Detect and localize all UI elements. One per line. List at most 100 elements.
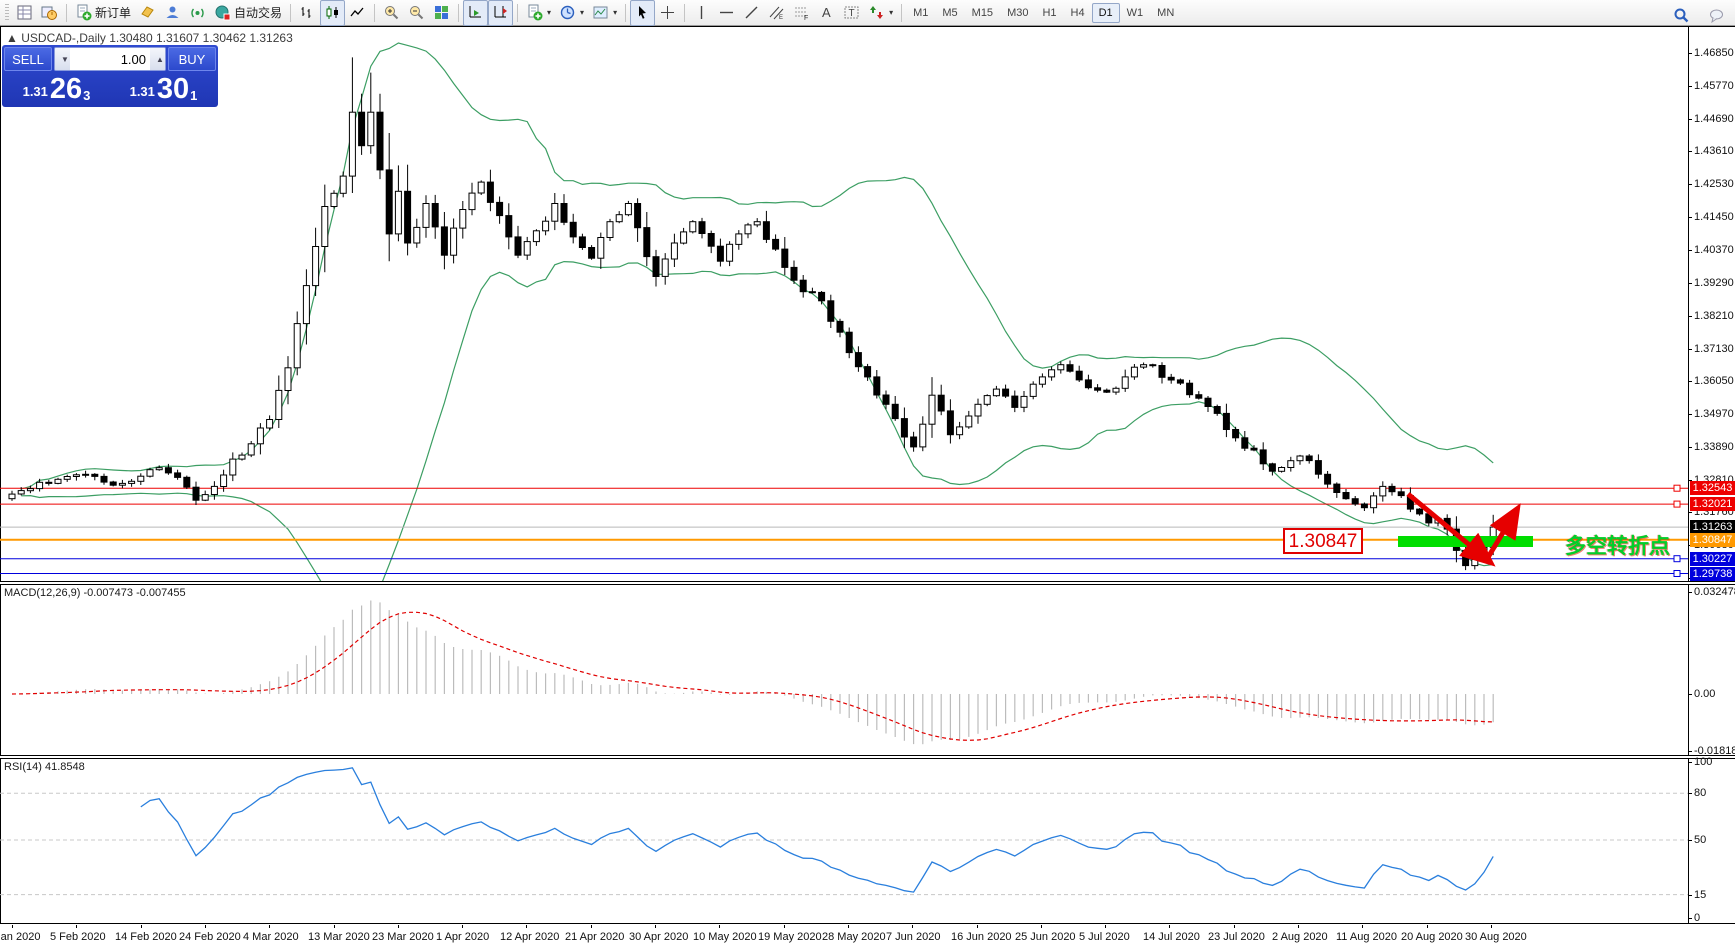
macd-pane[interactable] — [0, 585, 1688, 755]
trend-arrow-down[interactable] — [1408, 494, 1484, 557]
date-label: 21 Apr 2020 — [565, 931, 624, 943]
sell-price[interactable]: 1.31263 — [4, 73, 109, 103]
bar-chart-button[interactable] — [295, 0, 320, 26]
mql5-community-button[interactable] — [160, 0, 185, 26]
channel-icon: E — [768, 4, 785, 21]
new-order-icon — [75, 4, 92, 21]
date-tick-mark — [1041, 925, 1042, 928]
market-watch-icon — [16, 4, 33, 21]
arrows-group-icon — [868, 4, 885, 21]
signals-button[interactable] — [185, 0, 210, 26]
auto-scroll-button[interactable] — [463, 0, 488, 26]
search-icon[interactable] — [1669, 2, 1694, 28]
zoom-out-button[interactable] — [404, 0, 429, 26]
date-label: 13 Mar 2020 — [308, 931, 370, 943]
h-line-icon — [718, 4, 735, 21]
timeframe-m1-button[interactable]: M1 — [906, 3, 935, 23]
date-tick-mark — [784, 925, 785, 928]
buy-price[interactable]: 1.31301 — [111, 73, 216, 103]
svg-text:A: A — [822, 5, 831, 20]
date-axis-line — [0, 923, 1735, 924]
zoom-out-icon — [408, 4, 425, 21]
price-tick-mark — [1688, 512, 1692, 513]
horizontal-line-button[interactable] — [714, 0, 739, 26]
volume-increase-button[interactable]: ▲ — [150, 48, 165, 70]
timeframe-h1-button[interactable]: H1 — [1035, 3, 1063, 23]
equidistant-channel-button[interactable]: E — [764, 0, 789, 26]
rsi-tick-label: 0 — [1694, 912, 1700, 924]
new-order-button[interactable]: 新订单 — [71, 0, 135, 26]
indicators-button[interactable]: ▾ — [522, 0, 555, 26]
price-tick-mark — [1688, 414, 1692, 415]
line-handle[interactable] — [1674, 571, 1680, 577]
community-chat-icon[interactable] — [1704, 2, 1729, 28]
metaeditor-button[interactable] — [135, 0, 160, 26]
chevron-down-icon[interactable]: ▾ — [613, 8, 617, 17]
one-click-trading-panel: SELL ▼ ▲ BUY 1.31263 1.31301 — [2, 45, 218, 107]
buy-button[interactable]: BUY — [168, 47, 216, 71]
price-tick-mark — [1688, 447, 1692, 448]
chevron-down-icon[interactable]: ▾ — [580, 8, 584, 17]
volume-decrease-button[interactable]: ▼ — [55, 48, 70, 70]
price-badge-1.31263: 1.31263 — [1690, 520, 1735, 534]
strategy-tester-button[interactable] — [37, 0, 62, 26]
date-tick-mark — [848, 925, 849, 928]
chart-shift-button[interactable] — [488, 0, 513, 26]
line-handle[interactable] — [1674, 501, 1680, 507]
volume-input[interactable] — [70, 48, 150, 70]
line-handle[interactable] — [1674, 556, 1680, 562]
autotrading-button[interactable]: 自动交易 — [210, 0, 286, 26]
timeframe-m5-button[interactable]: M5 — [935, 3, 964, 23]
templates-button[interactable]: ▾ — [588, 0, 621, 26]
toolbar-right-icons — [1669, 2, 1729, 28]
trendline-button[interactable] — [739, 0, 764, 26]
line-chart-button[interactable] — [345, 0, 370, 26]
date-label: 10 May 2020 — [693, 931, 757, 943]
rsi-tick-mark — [1688, 918, 1692, 919]
zoom-in-button[interactable] — [379, 0, 404, 26]
periods-button[interactable]: ▾ — [555, 0, 588, 26]
support-price-callout[interactable]: 1.30847 — [1283, 528, 1363, 554]
candlestick-chart-button[interactable] — [320, 0, 345, 26]
chevron-down-icon[interactable]: ▾ — [889, 8, 893, 17]
svg-text:E: E — [779, 15, 783, 21]
turning-point-note[interactable]: 多空转折点 — [1565, 530, 1670, 560]
timeframe-h4-button[interactable]: H4 — [1064, 3, 1092, 23]
date-tick-mark — [655, 925, 656, 928]
price-tick-mark — [1688, 119, 1692, 120]
text-label-button[interactable]: T — [839, 0, 864, 26]
market-watch-button[interactable] — [12, 0, 37, 26]
text-button[interactable]: A — [814, 0, 839, 26]
toolbar-separator — [517, 4, 518, 22]
crosshair-button[interactable] — [655, 0, 680, 26]
chevron-down-icon[interactable]: ▾ — [547, 8, 551, 17]
timeframe-mn-button[interactable]: MN — [1150, 3, 1181, 23]
timeframe-m15-button[interactable]: M15 — [965, 3, 1000, 23]
bar-chart-icon — [299, 4, 316, 21]
vertical-line-button[interactable] — [689, 0, 714, 26]
date-label: 25 Jun 2020 — [1015, 931, 1076, 943]
rsi-pane[interactable] — [0, 759, 1688, 923]
date-tick-mark — [76, 925, 77, 928]
price-tick-label: 1.36050 — [1694, 375, 1734, 387]
timeframe-w1-button[interactable]: W1 — [1120, 3, 1151, 23]
price-tick-label: 1.46850 — [1694, 47, 1734, 59]
price-badge-1.30227: 1.30227 — [1690, 552, 1735, 566]
fibonacci-button[interactable]: F — [789, 0, 814, 26]
date-label: 30 Apr 2020 — [629, 931, 688, 943]
cursor-button[interactable] — [630, 0, 655, 26]
arrows-button[interactable]: ▾ — [864, 0, 897, 26]
timeframe-m30-button[interactable]: M30 — [1000, 3, 1035, 23]
price-tick-label: 1.41450 — [1694, 211, 1734, 223]
timeframe-d1-button[interactable]: D1 — [1092, 3, 1120, 23]
price-chart[interactable] — [0, 27, 1688, 581]
line-handle[interactable] — [1674, 485, 1680, 491]
toolbar-separator — [625, 4, 626, 22]
sell-button[interactable]: SELL — [4, 47, 52, 71]
tile-windows-button[interactable] — [429, 0, 454, 26]
candlesticks — [9, 57, 1496, 570]
price-tick-label: 1.34970 — [1694, 408, 1734, 420]
price-tick-mark — [1688, 283, 1692, 284]
date-tick-mark — [205, 925, 206, 928]
collapse-triangle-icon[interactable]: ▲ — [6, 31, 18, 45]
